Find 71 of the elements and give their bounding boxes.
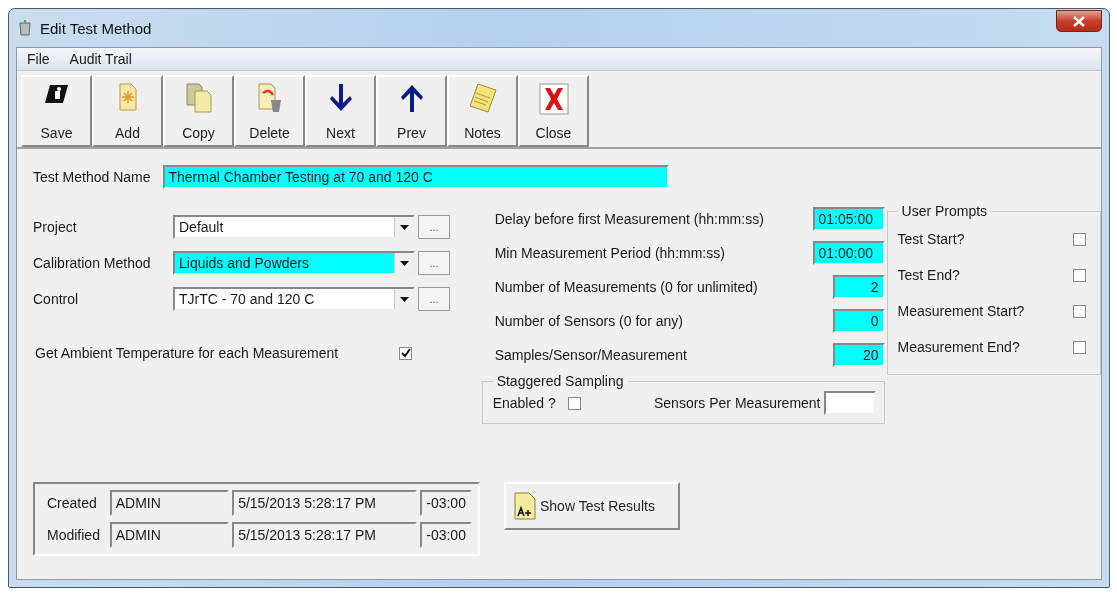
close-icon [1073,15,1085,27]
toolbar-button[interactable]: Next [305,75,376,147]
field-label: Number of Sensors (0 for any) [494,313,683,329]
readonly-field: -03:00 [420,490,472,516]
toolbar-button[interactable]: Delete [234,75,305,147]
field-label: Calibration Method [33,255,152,271]
checkbox[interactable] [1073,304,1086,318]
field-label: Control [33,291,80,307]
readonly-field: ADMIN [109,522,230,548]
dropdown-arrow-icon [399,224,409,230]
field-label: Sensors Per Measurement [654,395,821,411]
input-field[interactable]: 20 [832,343,885,367]
input-field[interactable]: 01:05:00 [812,207,885,231]
document-trash-icon [256,83,283,113]
checkbox[interactable] [1073,340,1086,354]
x-mark-icon [538,83,569,115]
new-document-icon [116,83,139,111]
field-label: Min Measurement Period (hh:mm:ss) [494,245,725,261]
checkbox[interactable] [399,346,412,360]
input-field[interactable]: 0 [832,309,885,333]
input-field[interactable]: 2 [832,275,885,299]
notepad-icon [468,83,497,113]
field-label: Delay before first Measurement (hh:mm:ss) [494,211,764,227]
down-arrow-icon [328,83,353,113]
checkbox-label: Test Start? [897,231,965,247]
readonly-field: 5/15/2013 5:28:17 PM [232,522,418,548]
dropdown[interactable]: TJrTC - 70 and 120 C [173,287,415,311]
dropdown[interactable]: Liquids and Powders [173,251,415,275]
toolbar-button[interactable]: Add [92,75,163,147]
field-label: Modified [47,527,101,543]
toolbar-button[interactable]: Save [21,75,92,147]
checkbox[interactable] [567,396,581,410]
toolbar-button[interactable]: Prev [376,75,447,147]
browse-button[interactable]: ... [418,287,450,311]
dropdown-arrow-icon [399,296,409,302]
field-label: Project [33,219,78,235]
toolbar-button[interactable]: Copy [163,75,234,147]
input-field[interactable]: 01:00:00 [812,241,885,265]
checkbox-label: Measurement End? [897,339,1020,355]
checkbox-label: Test End? [897,267,960,283]
name-field[interactable]: Thermal Chamber Testing at 70 and 120 C [162,165,669,189]
input-field[interactable] [823,391,876,415]
app-icon [16,19,34,37]
browse-button[interactable]: ... [418,215,450,239]
document-grade-icon [514,492,536,520]
toolbar-button[interactable]: Close [518,75,589,147]
menu-item[interactable]: File [27,51,50,67]
checkbox-label: Enabled ? [492,395,556,411]
field-label: Samples/Sensor/Measurement [494,347,687,363]
readonly-field: 5/15/2013 5:28:17 PM [232,490,418,516]
group-title: Staggered Sampling [495,373,625,389]
menu-item[interactable]: Audit Trail [69,51,132,67]
field-label: Created [47,495,98,511]
checkbox-label: Measurement Start? [897,303,1025,319]
field-label: Number of Measurements (0 for unlimited) [494,279,758,295]
group-title: User Prompts [900,203,989,219]
field-label: Test Method Name [33,169,151,185]
close-button[interactable] [1056,10,1102,32]
checkbox[interactable] [1073,232,1086,246]
up-arrow-icon [399,83,424,113]
dropdown-arrow-icon [399,260,409,266]
browse-button[interactable]: ... [418,251,450,275]
toolbar-button[interactable]: Notes [447,75,518,147]
copy-icon [184,83,213,113]
checkbox[interactable] [1073,268,1086,282]
checkbox-label: Get Ambient Temperature for each Measurement [35,345,340,361]
readonly-field: -03:00 [420,522,472,548]
dropdown[interactable]: Default [173,215,415,239]
window-title: Edit Test Method [40,19,152,37]
show-results-button[interactable]: Show Test Results [504,482,680,530]
readonly-field: ADMIN [109,490,230,516]
